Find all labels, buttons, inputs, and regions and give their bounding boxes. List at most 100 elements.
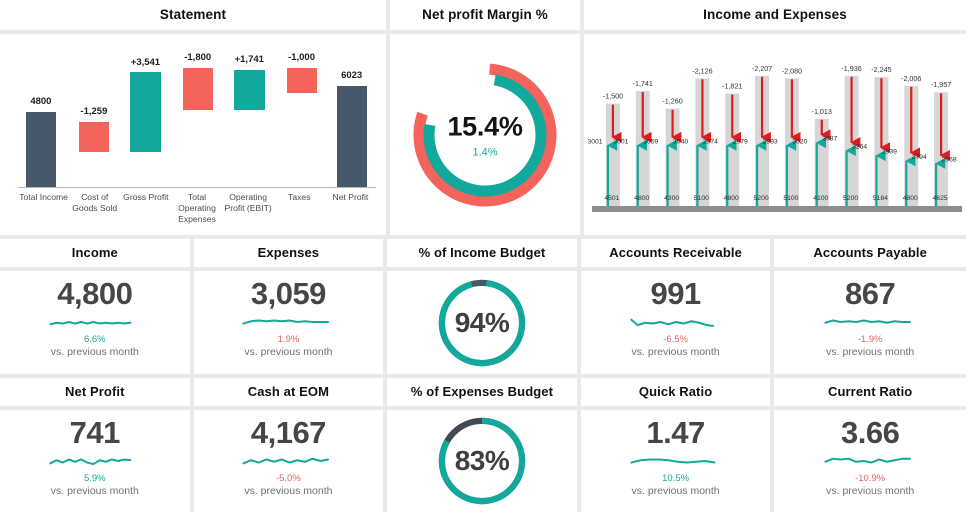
kpi-delta: -6.5% (663, 334, 688, 345)
svg-text:-2,080: -2,080 (782, 66, 802, 75)
kpi-title: Accounts Receivable (580, 239, 771, 267)
kpi-comparison-note: vs. previous month (826, 485, 915, 497)
svg-text:-1,957: -1,957 (931, 80, 951, 89)
waterfall-category: Total Operating Expenses (178, 192, 216, 224)
donut-center-labels: 15.4% 1.4% (390, 111, 580, 158)
kpi-title: Income (0, 239, 190, 267)
svg-text:4800: 4800 (903, 195, 918, 202)
svg-text:4800: 4800 (724, 195, 739, 202)
svg-text:4100: 4100 (813, 195, 828, 202)
kpi-value: 1.47 (646, 415, 705, 450)
waterfall-bar-label: +3,541 (130, 56, 161, 68)
waterfall-bar (25, 111, 57, 187)
svg-text:4501: 4501 (604, 195, 619, 202)
waterfall-bar-label: -1,000 (288, 52, 315, 64)
svg-text:4625: 4625 (933, 195, 948, 202)
kpi-comparison-note: vs. previous month (826, 346, 915, 358)
kpi-delta: -10.9% (855, 473, 886, 484)
kpi-value: 3,059 (250, 276, 327, 311)
income-budget-gauge: 94% (387, 271, 577, 374)
sparkline-icon (629, 458, 716, 464)
svg-text:2974: 2974 (703, 138, 718, 145)
svg-text:-2,126: -2,126 (692, 66, 712, 75)
kpi-title: Quick Ratio (580, 378, 771, 406)
kpi-comparison-note: vs. previous month (244, 346, 333, 358)
kpi-content: 3.66 -10.9% vs. previous month (774, 410, 966, 512)
kpi-title: Accounts Payable (774, 239, 966, 267)
sparkline-icon (49, 321, 132, 326)
kpi-delta: 5.9% (83, 473, 106, 484)
svg-text:3001: 3001 (613, 138, 628, 145)
svg-text:2794: 2794 (912, 154, 927, 161)
kpi-delta: -1.9% (857, 334, 883, 345)
kpi-body: 741 5.9% vs. previous month (0, 406, 190, 512)
kpi-card-current-ratio: Current Ratio 3.66 -10.9% vs. previous m… (774, 378, 966, 512)
kpi-comparison-note: vs. previous month (631, 485, 720, 497)
waterfall-category: Operating Profit (EBIT) (224, 192, 272, 213)
svg-text:2993: 2993 (763, 138, 778, 145)
sparkline-path (629, 318, 714, 327)
kpi-card-net-profit: Net Profit 741 5.9% vs. previous month (0, 378, 190, 512)
kpi-title: Cash at EOM (193, 378, 384, 406)
kpi-card-cash-at-eom: Cash at EOM 4,167 -5.0% vs. previous mon… (193, 378, 384, 512)
sparkline-path (824, 319, 912, 324)
sparkline-path (49, 321, 132, 326)
waterfall-bar (336, 85, 368, 187)
waterfall-bar-label: -1,259 (80, 105, 108, 117)
waterfall-category: Net Profit (332, 192, 369, 202)
kpi-delta: 1.9% (277, 334, 300, 345)
waterfall-bar (286, 68, 317, 93)
waterfall-plot: 4800 -1,259 +3,541 -1,800 +1,741 -1,000 … (18, 42, 376, 187)
svg-text:3040: 3040 (673, 138, 688, 145)
kpi-body: 4,167 -5.0% vs. previous month (193, 406, 384, 512)
svg-text:3020: 3020 (792, 138, 807, 145)
kpi-delta: 10.5% (662, 473, 690, 484)
net-profit-margin-title: Net profit Margin % (390, 0, 580, 30)
svg-text:-1,500: -1,500 (603, 92, 623, 101)
statement-card: Statement 4800 -1,259 +3,541 -1,800 +1,7… (0, 0, 386, 235)
sparkline-icon (824, 457, 912, 464)
dashboard-row-bottom: Net Profit 741 5.9% vs. previous month C… (0, 378, 966, 512)
waterfall-bar (234, 69, 265, 111)
svg-text:5200: 5200 (843, 195, 858, 202)
sparkline-path (824, 457, 912, 464)
kpi-body: 991 -6.5% vs. previous month (580, 267, 771, 374)
income-budget-title: % of Income Budget (387, 239, 577, 267)
sparkline-icon (824, 319, 912, 324)
svg-text:-2,006: -2,006 (901, 74, 921, 83)
kpi-comparison-note: vs. previous month (50, 485, 139, 497)
waterfall-bar (78, 121, 110, 153)
kpi-card-quick-ratio: Quick Ratio 1.47 10.5% vs. previous mont… (580, 378, 771, 512)
sparkline-icon (242, 457, 330, 465)
kpi-card-accounts-payable: Accounts Payable 867 -1.9% vs. previous … (774, 239, 966, 374)
sparkline-path (242, 319, 330, 325)
financial-dashboard: Statement 4800 -1,259 +3,541 -1,800 +1,7… (0, 0, 966, 512)
kpi-value: 4,800 (57, 276, 133, 311)
kpi-card-expenses: Expenses 3,059 1.9% vs. previous month (193, 239, 384, 374)
kpi-title: Net Profit (0, 378, 190, 406)
kpi-value: 741 (69, 415, 121, 450)
expenses-budget-value: 83% (454, 445, 510, 476)
income-expenses-card: Income and Expenses -1,500 4501 3001 -1,741… (584, 0, 966, 235)
kpi-content: 867 -1.9% vs. previous month (774, 271, 966, 374)
net-profit-margin-value: 15.4% (447, 111, 523, 141)
waterfall-category: Cost of Goods Sold (72, 192, 118, 213)
waterfall-bar-label: +1,741 (234, 53, 264, 65)
svg-text:2979: 2979 (733, 138, 748, 145)
kpi-value: 991 (650, 276, 701, 311)
kpi-body: 3.66 -10.9% vs. previous month (774, 406, 966, 512)
kpi-content: 4,167 -5.0% vs. previous month (194, 410, 384, 512)
income-budget-body: 94% (387, 267, 577, 374)
svg-text:-1,821: -1,821 (722, 82, 742, 91)
svg-text:-2,245: -2,245 (871, 65, 891, 74)
net-profit-margin-subvalue: 1.4% (472, 146, 498, 158)
dashboard-row-top: Statement 4800 -1,259 +3,541 -1,800 +1,7… (0, 0, 966, 235)
waterfall-chart: 4800 -1,259 +3,541 -1,800 +1,741 -1,000 … (0, 34, 386, 235)
kpi-comparison-note: vs. previous month (244, 485, 333, 497)
svg-text:5100: 5100 (694, 195, 709, 202)
kpi-value: 3.66 (841, 415, 900, 450)
kpi-card-income: Income 4,800 6.6% vs. previous month (0, 239, 190, 374)
waterfall-bar-label: 4800 (30, 95, 52, 107)
net-profit-margin-card: Net profit Margin % 15.4% 1.4% (390, 0, 580, 235)
waterfall-bar-label: 6023 (341, 69, 363, 81)
